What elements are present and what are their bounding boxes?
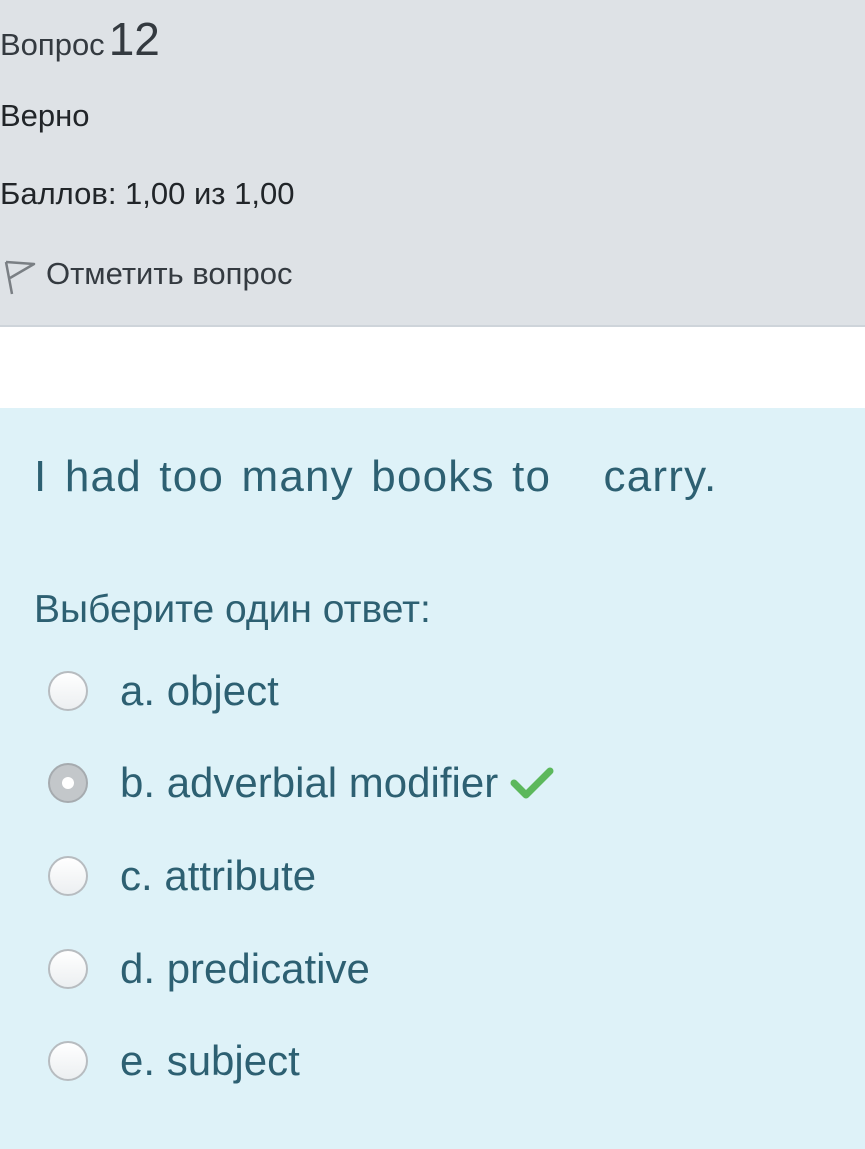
question-text: I had too many books to carry. [34, 452, 718, 501]
answer-label[interactable]: d. predicative [120, 945, 370, 993]
answer-label[interactable]: c. attribute [120, 852, 316, 900]
flag-question-label[interactable]: Отметить вопрос [46, 256, 292, 292]
question-grade: Баллов: 1,00 из 1,00 [0, 176, 295, 211]
question-number-heading: Вопрос12 [0, 12, 160, 66]
question-word: Вопрос [0, 27, 105, 62]
answer-label[interactable]: b. adverbial modifier [120, 759, 498, 807]
answer-prompt: Выберите один ответ: [34, 588, 431, 631]
answer-option-e[interactable]: e. subject [48, 1036, 300, 1086]
radio-button-selected[interactable] [48, 763, 88, 803]
flag-outline-icon[interactable] [0, 252, 38, 296]
radio-button[interactable] [48, 856, 88, 896]
checkmark-icon [510, 761, 554, 805]
radio-button[interactable] [48, 671, 88, 711]
question-info-panel: Вопрос12 Верно Баллов: 1,00 из 1,00 Отме… [0, 0, 865, 327]
flag-question-link[interactable]: Отметить вопрос [0, 252, 292, 296]
question-content-panel: I had too many books to carry. Выберите … [0, 408, 865, 1149]
answer-option-a[interactable]: a. object [48, 666, 279, 716]
question-number: 12 [108, 13, 160, 65]
question-state: Верно [0, 98, 90, 133]
answer-option-c[interactable]: c. attribute [48, 851, 316, 901]
radio-button[interactable] [48, 949, 88, 989]
answer-label[interactable]: e. subject [120, 1037, 300, 1085]
radio-button[interactable] [48, 1041, 88, 1081]
answer-option-b[interactable]: b. adverbial modifier [48, 758, 554, 808]
answer-option-d[interactable]: d. predicative [48, 944, 370, 994]
answer-label[interactable]: a. object [120, 667, 279, 715]
